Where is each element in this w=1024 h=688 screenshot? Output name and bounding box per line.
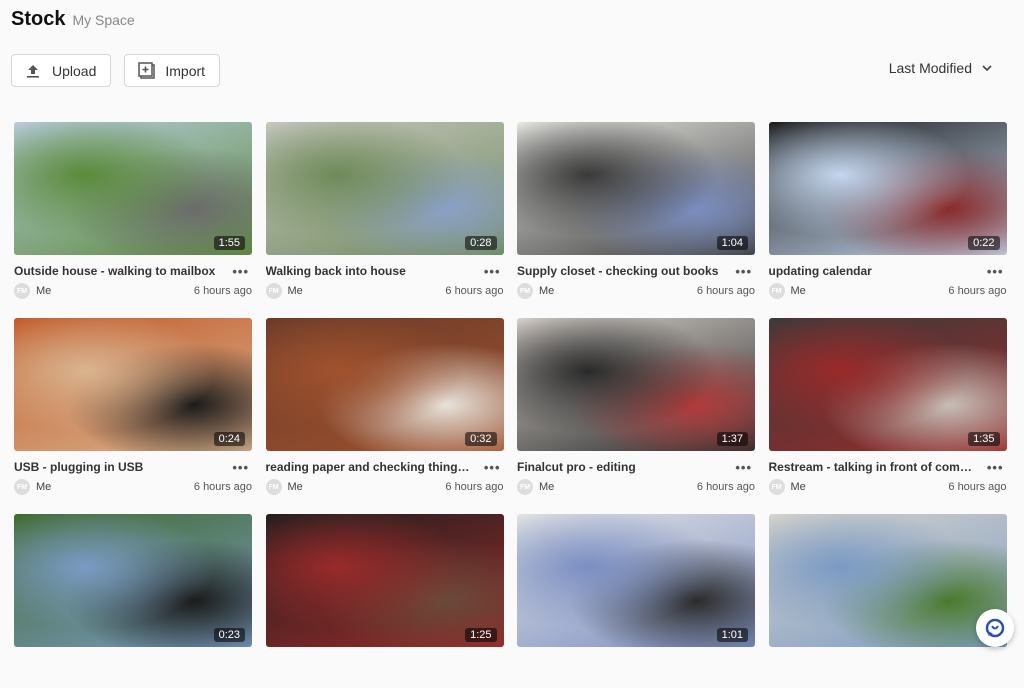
upload-label: Upload [52, 63, 96, 79]
asset-title[interactable]: Supply closet - checking out books [517, 264, 718, 278]
owner-name: Me [288, 285, 303, 297]
asset-title[interactable]: Outside house - walking to mailbox [14, 264, 215, 278]
more-options-icon[interactable]: ••• [484, 264, 501, 279]
avatar: FM [769, 479, 785, 495]
owner-name: Me [539, 285, 554, 297]
assistant-icon [984, 617, 1006, 639]
owner: FM Me [517, 283, 554, 299]
asset-card[interactable]: 0 [769, 514, 1007, 688]
modified-time: 6 hours ago [194, 285, 252, 297]
asset-grid: 1:55 Outside house - walking to mailbox ••… [14, 122, 1007, 688]
video-thumbnail[interactable]: 1:55 [14, 122, 252, 255]
sort-dropdown[interactable]: Last Modified [889, 60, 994, 76]
asset-card[interactable]: 0:32 reading paper and checking things of… [266, 318, 504, 492]
upload-icon [24, 62, 42, 80]
owner: FM Me [769, 283, 806, 299]
modified-time: 6 hours ago [445, 481, 503, 493]
owner: FM Me [14, 283, 51, 299]
avatar: FM [769, 283, 785, 299]
more-options-icon[interactable]: ••• [735, 460, 752, 475]
asset-card[interactable]: 0:24 USB - plugging in USB ••• FM Me 6 hours … [14, 318, 252, 492]
duration-badge: 1:25 [465, 628, 496, 642]
asset-title[interactable]: USB - plugging in USB [14, 460, 143, 474]
asset-title[interactable]: updating calendar [769, 264, 872, 278]
avatar: FM [14, 479, 30, 495]
owner: FM Me [769, 479, 806, 495]
chevron-down-icon [980, 61, 994, 75]
asset-card[interactable]: 1:37 Finalcut pro - editing ••• FM Me 6 hours… [517, 318, 755, 492]
modified-time: 6 hours ago [948, 481, 1006, 493]
asset-card[interactable]: 1:35 Restream - talking in front of compu… [769, 318, 1007, 492]
asset-card[interactable]: 1:55 Outside house - walking to mailbox ••… [14, 122, 252, 296]
video-thumbnail[interactable]: 0:22 [769, 122, 1007, 255]
more-options-icon[interactable]: ••• [987, 460, 1004, 475]
owner: FM Me [517, 479, 554, 495]
duration-badge: 1:55 [214, 236, 245, 250]
owner-name: Me [36, 285, 51, 297]
asset-card[interactable]: 1:25 [266, 514, 504, 688]
owner: FM Me [266, 479, 303, 495]
more-options-icon[interactable]: ••• [484, 460, 501, 475]
video-thumbnail[interactable]: 0:28 [266, 122, 504, 255]
asset-title[interactable]: Restream - talking in front of computer [769, 460, 979, 474]
owner-name: Me [539, 481, 554, 493]
asset-card[interactable]: 0:23 [14, 514, 252, 688]
owner: FM Me [14, 479, 51, 495]
page-title: Stock [11, 8, 65, 31]
duration-badge: 0:22 [968, 236, 999, 250]
duration-badge: 0:23 [214, 628, 245, 642]
video-thumbnail[interactable]: 0:24 [14, 318, 252, 451]
asset-title[interactable]: reading paper and checking things off [266, 460, 476, 474]
avatar: FM [266, 283, 282, 299]
avatar: FM [14, 283, 30, 299]
breadcrumb[interactable]: My Space [72, 12, 134, 28]
video-thumbnail[interactable]: 1:35 [769, 318, 1007, 451]
modified-time: 6 hours ago [697, 481, 755, 493]
duration-badge: 1:37 [717, 432, 748, 446]
video-thumbnail[interactable]: 0:23 [14, 514, 252, 647]
duration-badge: 1:04 [717, 236, 748, 250]
more-options-icon[interactable]: ••• [735, 264, 752, 279]
duration-badge: 0:28 [465, 236, 496, 250]
toolbar: Upload Import [11, 54, 220, 87]
owner-name: Me [791, 285, 806, 297]
more-options-icon[interactable]: ••• [232, 460, 249, 475]
more-options-icon[interactable]: ••• [987, 264, 1004, 279]
asset-card[interactable]: 0:28 Walking back into house ••• FM Me 6 hour… [266, 122, 504, 296]
import-button[interactable]: Import [124, 54, 220, 87]
owner-name: Me [288, 481, 303, 493]
video-thumbnail[interactable]: 0 [769, 514, 1007, 647]
asset-title[interactable]: Walking back into house [266, 264, 406, 278]
duration-badge: 1:35 [968, 432, 999, 446]
import-label: Import [165, 63, 205, 79]
upload-button[interactable]: Upload [11, 54, 111, 87]
duration-badge: 1:01 [717, 628, 748, 642]
video-thumbnail[interactable]: 1:37 [517, 318, 755, 451]
owner: FM Me [266, 283, 303, 299]
owner-name: Me [791, 481, 806, 493]
avatar: FM [266, 479, 282, 495]
modified-time: 6 hours ago [445, 285, 503, 297]
duration-badge: 0:32 [465, 432, 496, 446]
asset-title[interactable]: Finalcut pro - editing [517, 460, 636, 474]
owner-name: Me [36, 481, 51, 493]
modified-time: 6 hours ago [948, 285, 1006, 297]
video-thumbnail[interactable]: 1:01 [517, 514, 755, 647]
asset-card[interactable]: 1:01 [517, 514, 755, 688]
duration-badge: 0:24 [214, 432, 245, 446]
sort-label: Last Modified [889, 60, 972, 76]
avatar: FM [517, 283, 533, 299]
more-options-icon[interactable]: ••• [232, 264, 249, 279]
avatar: FM [517, 479, 533, 495]
page-header: Stock My Space [11, 8, 135, 31]
modified-time: 6 hours ago [697, 285, 755, 297]
import-icon [137, 62, 155, 80]
video-thumbnail[interactable]: 1:25 [266, 514, 504, 647]
asset-card[interactable]: 1:04 Supply closet - checking out books ••… [517, 122, 755, 296]
video-thumbnail[interactable]: 1:04 [517, 122, 755, 255]
video-thumbnail[interactable]: 0:32 [266, 318, 504, 451]
asset-card[interactable]: 0:22 updating calendar ••• FM Me 6 hours ago [769, 122, 1007, 296]
modified-time: 6 hours ago [194, 481, 252, 493]
help-button[interactable] [976, 609, 1014, 647]
